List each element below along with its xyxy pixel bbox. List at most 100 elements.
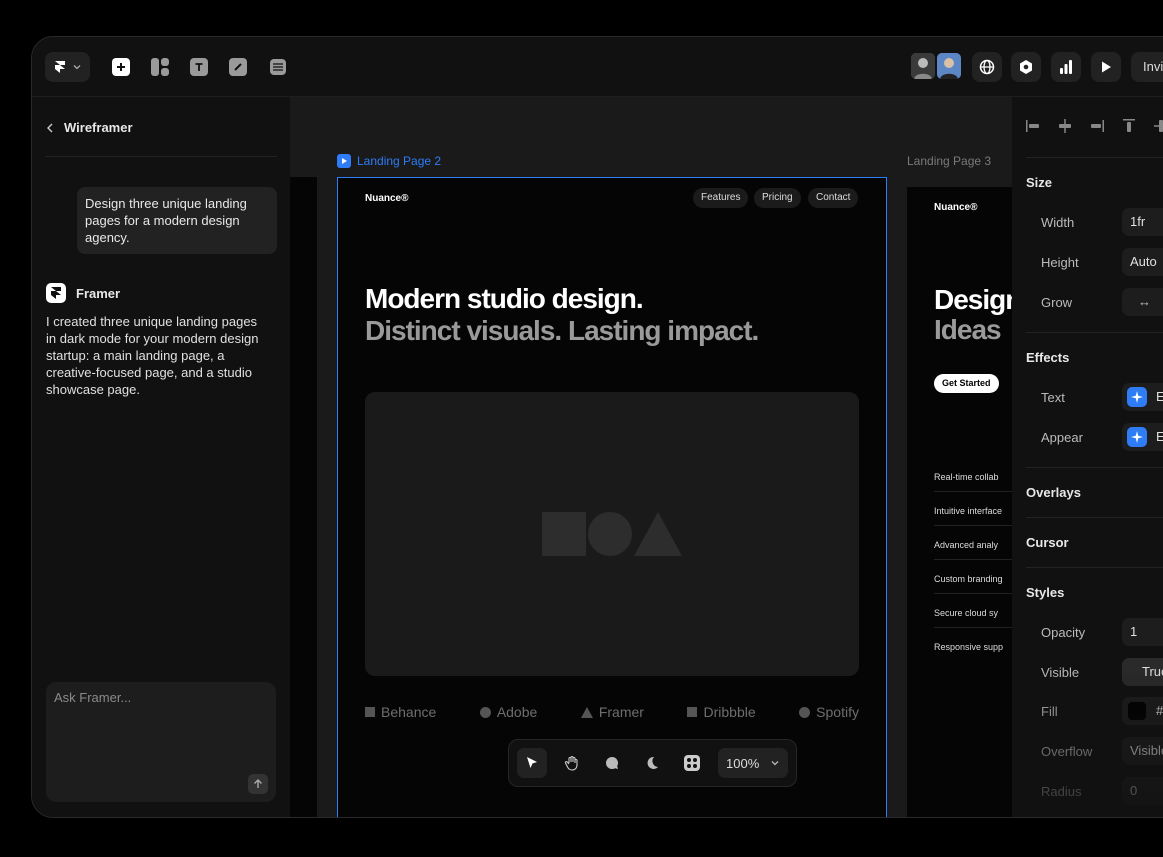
ai-chat-panel: Wireframer Design three unique landing p… [32,97,290,817]
section-cursor-title[interactable]: Cursor [1026,535,1069,550]
top-toolbar: Invi [32,37,1163,97]
logo-dribbble: Dribbble [687,704,756,720]
back-button[interactable]: Wireframer [46,120,133,135]
opacity-field[interactable]: 1 [1122,618,1163,646]
framer-logo-icon [46,283,66,303]
text-icon [190,58,208,76]
user-message: Design three unique landing pages for a … [77,187,277,254]
frame-label-landing-page-3[interactable]: Landing Page 3 [907,154,991,168]
assistant-message: I created three unique landing pages in … [46,314,259,397]
section-size-title: Size [1026,175,1053,190]
comment-tool[interactable] [597,748,627,778]
section-overlays-title[interactable]: Overlays [1026,485,1081,500]
layout-button[interactable] [145,52,175,82]
feature-item: Intuitive interface [934,506,1012,526]
appear-effect-field[interactable]: E [1122,423,1163,451]
color-swatch [1128,702,1146,720]
fill-field[interactable]: # [1122,697,1163,725]
sparkle-icon [1127,427,1147,447]
align-left-icon[interactable] [1026,119,1040,133]
nav-pricing[interactable]: Pricing [754,188,801,208]
components-tool[interactable] [677,748,707,778]
ask-input[interactable]: Ask Framer... [46,682,276,802]
hero-heading: Modern studio design. [365,283,644,314]
section-styles-title: Styles [1026,585,1065,600]
vector-button[interactable] [223,52,253,82]
logo-behance: Behance [365,704,436,720]
ask-placeholder: Ask Framer... [54,690,132,705]
layout-icon [151,58,169,76]
grow-field[interactable]: ↔ [1122,288,1163,316]
divider [1026,157,1163,158]
arrow-up-icon [254,779,262,788]
zoom-value: 100% [726,755,760,771]
feature-item: Secure cloud sy [934,608,1012,628]
feature-item: Advanced analy [934,540,1012,560]
brand-logo: Nuance® [365,193,409,204]
media-placeholder [365,392,859,676]
components-grid-icon [684,755,700,771]
plus-icon [112,58,130,76]
framer-menu-button[interactable] [45,52,90,82]
overflow-label: Overflow [1041,744,1093,759]
overflow-field[interactable]: Visible [1122,737,1163,765]
analytics-button[interactable] [1051,52,1081,82]
text-button[interactable] [184,52,214,82]
align-right-icon[interactable] [1090,119,1104,133]
bar-chart-icon [1060,60,1072,74]
publish-site-button[interactable] [972,52,1002,82]
frame-previous[interactable] [290,177,317,817]
radius-field[interactable]: 0 [1122,777,1163,805]
logo-spotify: Spotify [799,704,859,720]
select-tool[interactable] [517,748,547,778]
chevron-down-icon [771,761,779,766]
hero-subheading: Distinct visuals. Lasting impact. [365,315,759,346]
zoom-dropdown[interactable]: 100% [718,748,788,778]
chevron-left-icon [47,123,53,132]
comment-bubble-icon [606,757,619,769]
align-center-vertical-icon[interactable] [1154,119,1163,133]
frame-play-icon [337,154,351,168]
hand-tool[interactable] [557,748,587,778]
canvas[interactable]: Landing Page 2 Landing Page 3 Nuance® Fe… [290,97,1012,817]
avatar[interactable] [911,53,935,79]
theme-toggle[interactable] [637,748,667,778]
hexagon-settings-icon [1020,60,1032,74]
width-label: Width [1041,215,1075,230]
invite-button[interactable]: Invi [1131,52,1163,82]
database-icon [270,59,286,75]
width-field[interactable]: 1fr [1122,208,1163,236]
frame-landing-page-2[interactable]: Nuance® Features Pricing Contact Modern … [337,177,887,817]
avatar[interactable] [937,53,961,79]
hero-heading: Design [934,284,1012,315]
frame-landing-page-3[interactable]: Nuance® Design Ideas Get Started Real-ti… [907,187,1012,817]
properties-panel: Size Width 1fr Height Auto Grow ↔ Effect… [1012,97,1163,817]
preview-button[interactable] [1091,52,1121,82]
cms-button[interactable] [263,52,293,82]
text-effect-field[interactable]: E [1122,383,1163,411]
feature-item: Responsive supp [934,642,1004,652]
height-field[interactable]: Auto [1122,248,1163,276]
nav-features[interactable]: Features [693,188,749,208]
fill-label: Fill [1041,704,1058,719]
send-button[interactable] [248,774,268,794]
get-started-button[interactable]: Get Started [934,374,999,393]
settings-button[interactable] [1011,52,1041,82]
height-label: Height [1041,255,1079,270]
nav-contact[interactable]: Contact [808,188,859,208]
divider [1026,517,1163,518]
client-logos: Behance Adobe Framer Dribbble Spotify [365,704,859,720]
section-effects-title: Effects [1026,350,1070,365]
frame-label-landing-page-2[interactable]: Landing Page 2 [337,154,441,168]
visible-toggle[interactable]: True [1122,658,1163,686]
hero-subheading: Ideas [934,314,1002,345]
align-center-horizontal-icon[interactable] [1058,119,1072,133]
feature-item: Real-time collab [934,472,1012,492]
insert-button[interactable] [106,52,136,82]
sparkle-icon [1127,387,1147,407]
globe-icon [979,59,995,75]
text-effect-label: Text [1041,390,1065,405]
align-top-icon[interactable] [1122,119,1136,133]
framer-logo-icon [55,61,65,73]
logo-framer: Framer [580,704,644,720]
